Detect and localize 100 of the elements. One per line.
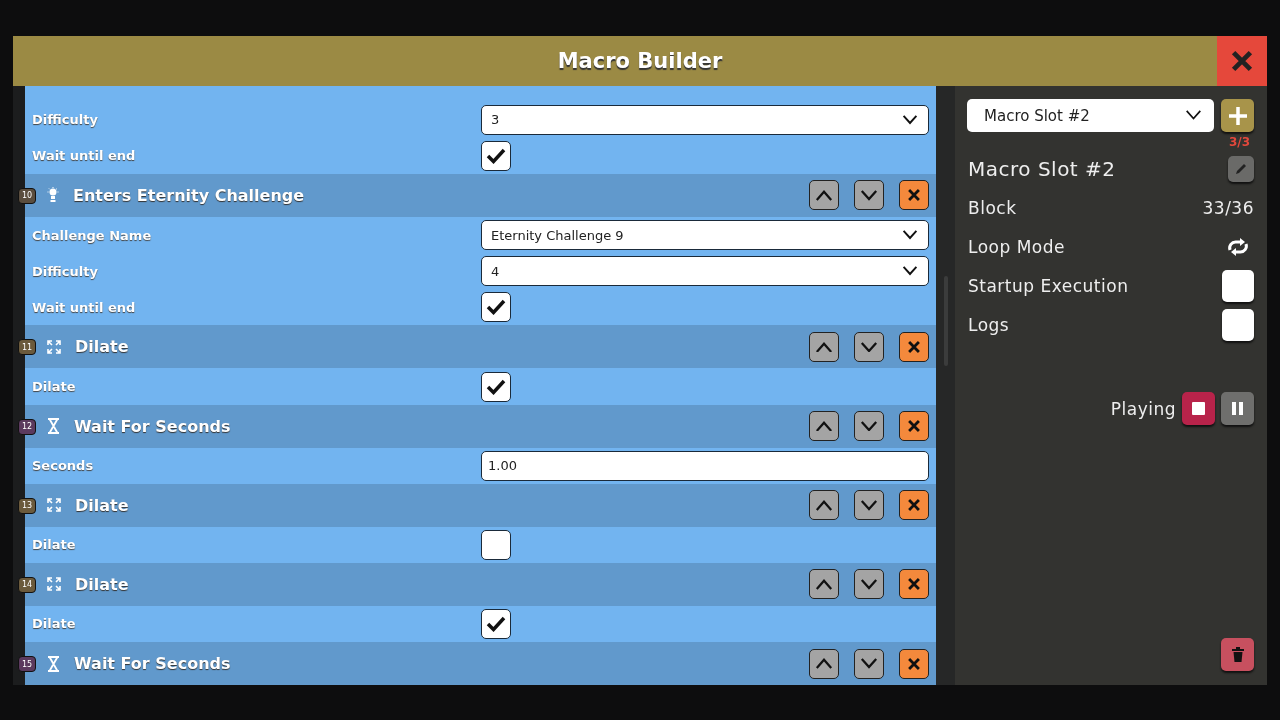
move-up-button[interactable] [809,569,839,600]
plus-icon [1227,105,1248,126]
close-icon [907,498,921,513]
loop-icon[interactable] [1226,237,1250,256]
stop-icon [1192,402,1205,415]
delete-button[interactable] [899,411,929,442]
field-label: Difficulty [31,263,99,279]
block-count: 33/36 [1202,197,1254,218]
block-title: Enters Eternity Challenge [72,185,306,205]
field-label: Dilate [31,379,77,394]
block-title: Wait For Seconds [73,416,232,436]
option-label: Startup Execution [968,275,1129,296]
checkbox[interactable] [481,371,511,402]
checkbox[interactable] [481,529,511,560]
close-icon [907,339,921,354]
move-up-button[interactable] [809,411,839,442]
trash-icon [1231,647,1244,662]
delete-button[interactable] [899,569,929,600]
chevron-down-icon [902,230,918,240]
checkmark-icon [486,299,506,316]
slot-dropdown[interactable]: Macro Slot #2 [967,99,1214,132]
checkbox[interactable] [1222,308,1254,341]
field-label: Dilate [31,537,77,553]
loop-mode-label: Loop Mode [968,236,1065,257]
pause-button[interactable] [1221,392,1254,425]
step-number: 13 [18,497,36,514]
chevron-down-icon [860,658,878,669]
field-label: Seconds [31,458,95,474]
chevron-up-icon [815,190,833,201]
hourglass-icon [47,655,60,672]
move-up-button[interactable] [809,648,839,679]
delete-button[interactable] [899,648,929,679]
checkbox[interactable] [481,608,511,639]
step-number: 15 [18,656,36,673]
chevron-down-icon [860,579,878,590]
slot-count: 3/3 [1228,135,1250,149]
move-down-button[interactable] [854,490,884,521]
hourglass-icon [47,418,60,435]
step-number: 11 [18,339,36,356]
expand-arrows-icon [47,498,61,513]
block-title: Dilate [74,495,130,515]
move-down-button[interactable] [854,411,884,442]
close-icon [907,577,921,592]
chevron-down-icon [902,114,918,125]
delete-button[interactable] [899,331,929,362]
chevron-down-icon [860,190,878,201]
checkmark-icon [486,615,506,632]
dropdown[interactable]: 3 [481,104,929,135]
close-icon [907,419,921,434]
delete-button[interactable] [1221,638,1254,671]
dropdown[interactable]: 4 [481,256,929,287]
close-button[interactable] [1217,36,1267,86]
block-title: Dilate [74,337,130,357]
checkmark-icon [486,378,506,395]
expand-arrows-icon [47,339,61,354]
dropdown[interactable]: Eternity Challenge 9 [481,220,929,251]
pause-icon [1232,402,1243,415]
move-up-button[interactable] [809,331,839,362]
chevron-down-icon [860,341,878,353]
lightbulb-icon [47,187,59,204]
add-button[interactable] [1221,99,1254,132]
checkmark-icon [486,147,506,164]
close-icon [907,188,921,203]
expand-arrows-icon [47,577,61,592]
delete-button[interactable] [899,180,929,211]
checkbox[interactable] [481,140,511,171]
window-title: Macro Builder [556,49,724,73]
pencil-icon [1234,161,1248,176]
move-down-button[interactable] [854,331,884,362]
field-label: Difficulty [31,112,99,128]
status-text: Playing [1110,398,1176,419]
option-label: Logs [968,314,1010,335]
move-down-button[interactable] [854,648,884,679]
block-title: Dilate [74,574,130,594]
slot-name: Macro Slot #2 [968,156,1116,181]
chevron-down-icon [1185,110,1202,121]
chevron-up-icon [815,420,833,432]
close-icon [907,656,921,671]
field-label: Wait until end [31,299,137,315]
delete-button[interactable] [899,490,929,521]
step-number: 14 [18,576,36,593]
field-label: Challenge Name [31,227,153,243]
block-label: Block [968,197,1017,218]
stop-button[interactable] [1182,392,1215,425]
chevron-up-icon [815,658,833,669]
close-icon [1230,49,1254,73]
step-number: 10 [18,187,36,204]
move-up-button[interactable] [809,490,839,521]
checkbox[interactable] [481,292,511,323]
move-down-button[interactable] [854,569,884,600]
field-label: Wait until end [31,148,137,164]
edit-button[interactable] [1228,155,1254,182]
chevron-up-icon [815,499,833,511]
input-field[interactable]: 1.00 [481,450,929,481]
chevron-down-icon [902,266,918,276]
move-up-button[interactable] [809,180,839,211]
step-number: 12 [18,418,36,435]
checkbox[interactable] [1222,269,1254,302]
chevron-down-icon [860,499,878,511]
move-down-button[interactable] [854,180,884,211]
